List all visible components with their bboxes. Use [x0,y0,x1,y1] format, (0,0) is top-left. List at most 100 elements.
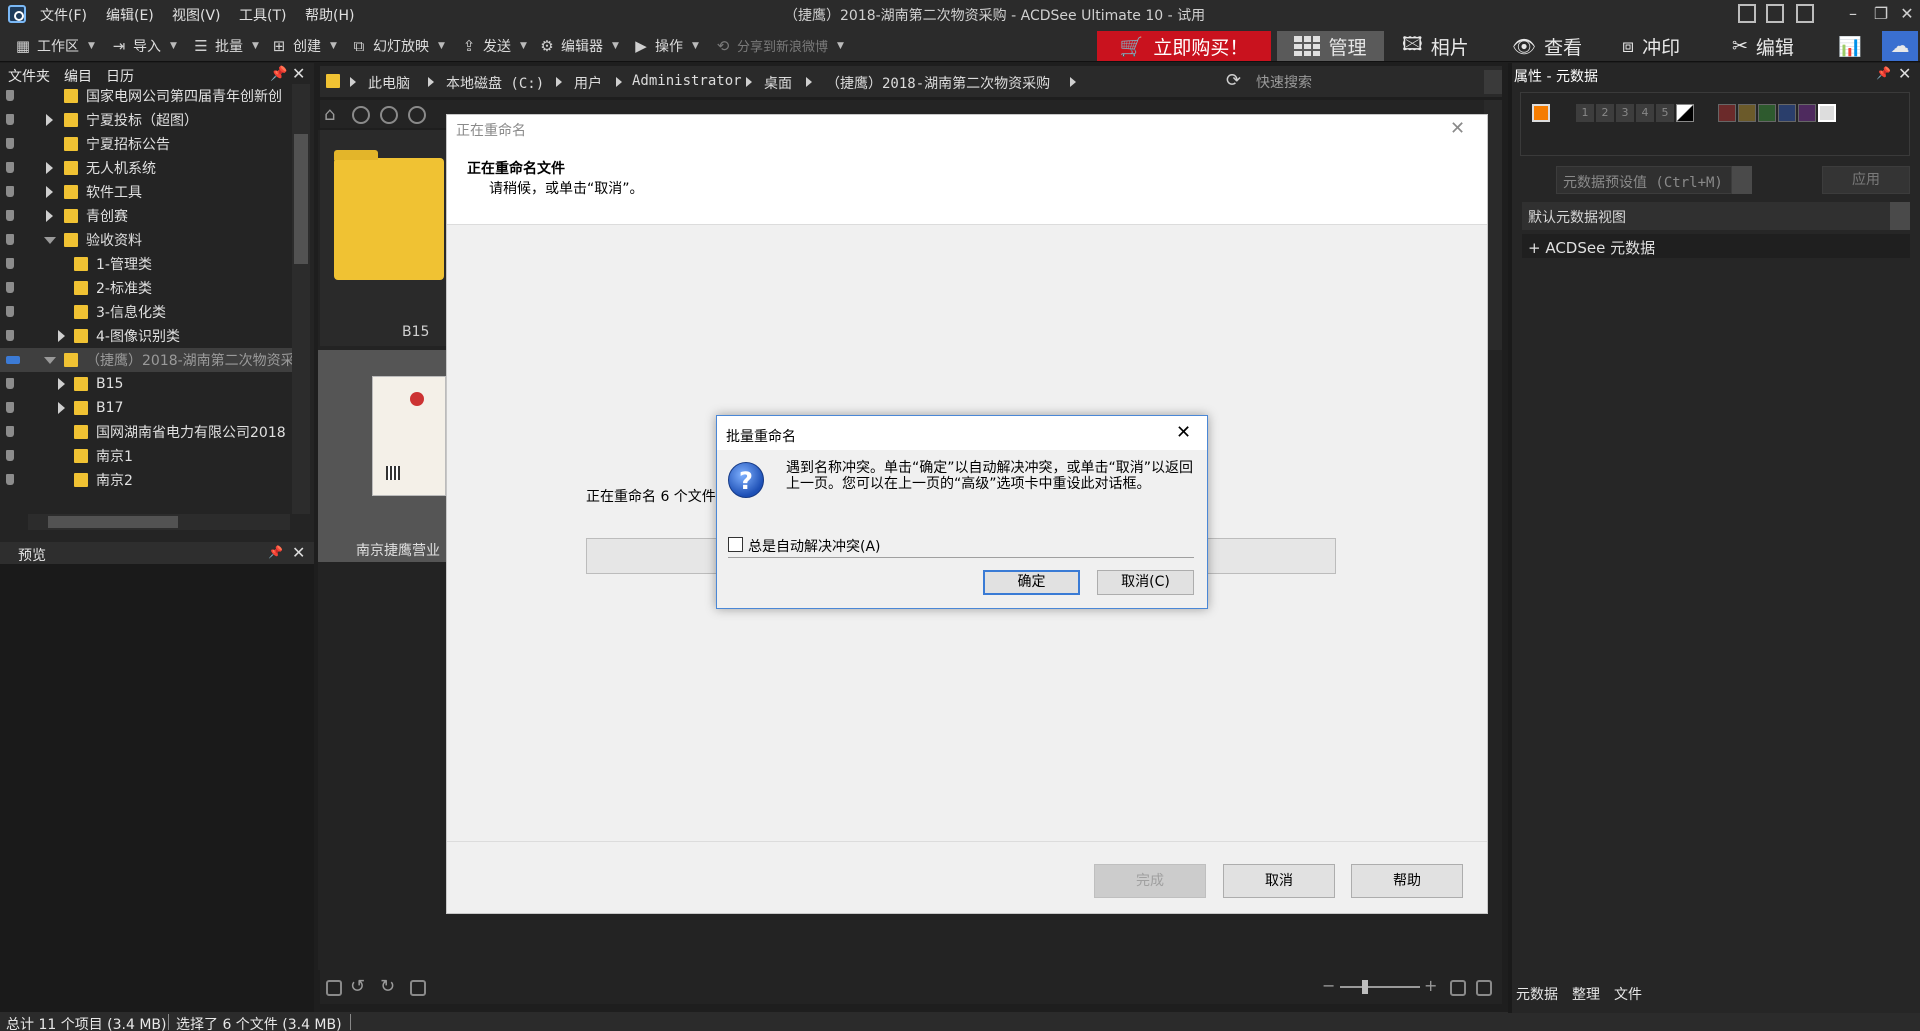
close-icon[interactable]: ✕ [1176,422,1191,443]
refresh-icon[interactable]: ⟳ [1226,70,1241,91]
image-tools-icon[interactable] [326,980,342,996]
breadcrumb-item[interactable]: 此电脑 [368,73,410,93]
mode-tab-view[interactable]: 👁 查看 [1512,31,1582,61]
forward-icon[interactable] [380,106,398,124]
menu-tools[interactable]: 工具(T) [239,5,286,25]
close-icon[interactable]: ✕ [1450,118,1465,139]
layout-bottom-icon[interactable] [1766,4,1784,23]
finish-button[interactable]: 完成 [1094,864,1206,898]
tree-item[interactable]: 1-管理类 [0,252,292,276]
breadcrumb-separator-icon[interactable] [746,77,752,87]
metadata-preset-select[interactable]: 元数据预设值 (Ctrl+M) [1556,166,1732,194]
zoom-slider-thumb[interactable] [1362,980,1368,994]
restore-icon[interactable]: ❐ [1870,3,1892,25]
workspace-button[interactable]: ▦ 工作区 ▼ [14,36,95,56]
tree-item[interactable]: 软件工具 [0,180,292,204]
batch-button[interactable]: ☰ 批量 ▼ [192,36,259,56]
online-button[interactable]: ☁ [1882,31,1918,61]
zoom-slider[interactable] [1340,986,1420,988]
tree-item[interactable]: 青创赛 [0,204,292,228]
editor-button[interactable]: ⚙ 编辑器 ▼ [538,36,619,56]
tab-file[interactable]: 文件 [1614,984,1642,1004]
tree-item[interactable]: 2-标准类 [0,276,292,300]
dashboard-button[interactable]: 📊 [1838,31,1862,61]
auto-resolve-label[interactable]: 总是自动解决冲突(A) [748,536,881,556]
color-label-orange[interactable] [1532,104,1550,122]
quick-search-input[interactable]: 快速搜索 [1252,70,1484,94]
color-label-red[interactable] [1718,104,1736,122]
close-preview-icon[interactable]: ✕ [292,543,305,562]
color-label-clear[interactable] [1818,104,1836,122]
collapse-icon[interactable] [44,237,56,244]
color-label-yellow[interactable] [1738,104,1756,122]
menu-help[interactable]: 帮助(H) [305,5,354,25]
tree-item[interactable]: 3-信息化类 [0,300,292,324]
zoom-in-icon[interactable]: + [1424,976,1437,995]
app-icon[interactable] [8,5,26,23]
collapse-icon[interactable] [44,357,56,364]
home-icon[interactable]: ⌂ [324,104,335,125]
tree-item[interactable]: 验收资料 [0,228,292,252]
tab-folders[interactable]: 文件夹 [8,66,50,86]
expand-icon[interactable] [46,114,53,126]
pin-icon[interactable]: 📌 [270,66,287,82]
import-button[interactable]: ⇥ 导入 ▼ [110,36,177,56]
tree-item[interactable]: 南京2 [0,468,292,492]
view-list-icon[interactable] [1476,980,1492,996]
apply-button[interactable]: 应用 [1822,166,1910,194]
mode-tab-photos[interactable]: 🖾 相片 [1402,31,1469,61]
tree-item[interactable]: 无人机系统 [0,156,292,180]
clear-rating-icon[interactable] [1676,104,1694,122]
send-button[interactable]: ⇪ 发送 ▼ [460,36,527,56]
rating-2[interactable]: 2 [1596,104,1614,122]
breadcrumb-separator-icon[interactable] [806,77,812,87]
cancel-button[interactable]: 取消(C) [1097,570,1194,595]
breadcrumb-separator-icon[interactable] [1070,77,1076,87]
help-button[interactable]: 帮助 [1351,864,1463,898]
share-weibo-button[interactable]: ⟲ 分享到新浪微博 ▼ [714,36,844,56]
rating-1[interactable]: 1 [1576,104,1594,122]
expand-icon[interactable] [58,378,65,390]
auto-resolve-checkbox[interactable] [728,537,743,552]
tab-catalog[interactable]: 编目 [64,66,92,86]
pin-icon[interactable]: 📌 [268,545,283,559]
create-button[interactable]: ⊞ 创建 ▼ [270,36,337,56]
breadcrumb-item[interactable]: Administrator [632,73,742,89]
mode-tab-develop[interactable]: ⧈ 冲印 [1622,31,1680,61]
metadata-view-select[interactable]: 默认元数据视图 [1522,202,1890,230]
up-icon[interactable] [408,106,426,124]
expand-icon[interactable] [58,402,65,414]
rating-4[interactable]: 4 [1636,104,1654,122]
minimize-icon[interactable]: – [1842,3,1864,25]
color-label-purple[interactable] [1798,104,1816,122]
color-label-blue[interactable] [1778,104,1796,122]
close-panel-icon[interactable]: ✕ [292,64,305,83]
view-image-icon[interactable] [1450,980,1466,996]
pin-icon[interactable]: 📌 [1876,66,1891,80]
expand-icon[interactable] [46,162,53,174]
cancel-button[interactable]: 取消 [1223,864,1335,898]
search-dropdown-button[interactable] [1484,70,1502,94]
tab-metadata[interactable]: 元数据 [1516,984,1558,1004]
rating-5[interactable]: 5 [1656,104,1674,122]
actions-button[interactable]: ▶ 操作 ▼ [632,36,699,56]
close-window-icon[interactable]: ✕ [1896,3,1918,25]
tree-item-selected[interactable]: （捷鹰）2018-湖南第二次物资采 [0,348,292,372]
expand-icon[interactable] [58,330,65,342]
rating-3[interactable]: 3 [1616,104,1634,122]
menu-file[interactable]: 文件(F) [40,5,87,25]
expand-icon[interactable] [46,210,53,222]
filmstrip-icon[interactable] [410,980,426,996]
back-icon[interactable] [352,106,370,124]
tree-item[interactable]: 4-图像识别类 [0,324,292,348]
tree-item[interactable]: 国家电网公司第四届青年创新创 [0,84,292,108]
tree-item[interactable]: B17 [0,396,292,420]
mode-tab-edit[interactable]: ✂ 编辑 [1732,31,1794,61]
tree-item[interactable]: 宁夏投标（超图） [0,108,292,132]
tab-calendar[interactable]: 日历 [106,66,134,86]
rotate-left-icon[interactable]: ↺ [350,976,365,997]
layout-right-icon[interactable] [1796,4,1814,23]
expand-icon[interactable] [46,186,53,198]
chevron-down-icon[interactable] [1732,166,1752,194]
tree-item[interactable]: 国网湖南省电力有限公司2018 [0,420,292,444]
